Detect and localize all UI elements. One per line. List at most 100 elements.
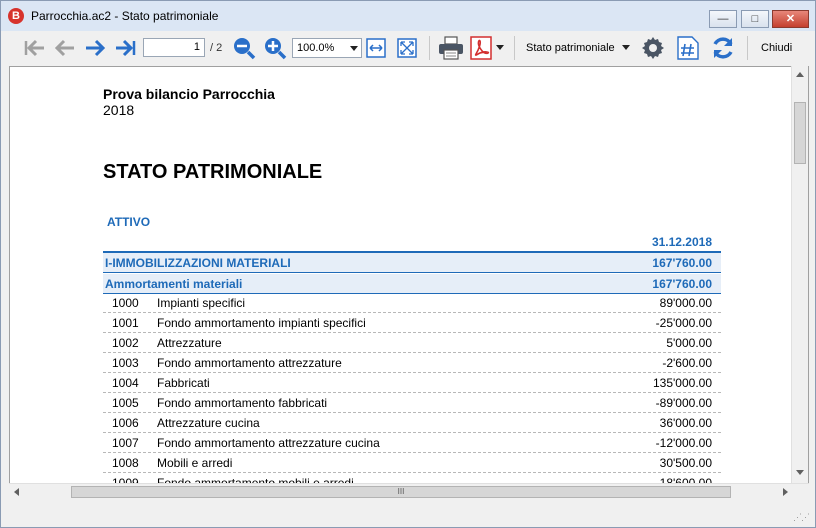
next-page-button[interactable] bbox=[83, 35, 109, 61]
scroll-right-icon[interactable] bbox=[783, 488, 788, 496]
fit-width-button[interactable] bbox=[365, 35, 387, 61]
scroll-up-icon[interactable] bbox=[796, 72, 804, 77]
zoom-in-button[interactable] bbox=[262, 35, 288, 61]
account-rows: 1000 Impianti specifici 89'000.00 1001 Fond… bbox=[103, 293, 721, 483]
account-amount: 5'000.00 bbox=[666, 336, 712, 350]
account-amount: -25'000.00 bbox=[655, 316, 712, 330]
zoom-select[interactable]: 100.0% bbox=[292, 38, 362, 58]
scroll-down-icon[interactable] bbox=[796, 470, 804, 475]
account-description: Fondo ammortamento attrezzature bbox=[157, 356, 342, 370]
close-button[interactable]: Chiudi bbox=[761, 42, 792, 54]
print-button[interactable] bbox=[437, 35, 465, 61]
report-select-value: Stato patrimoniale bbox=[526, 42, 615, 54]
fit-width-icon bbox=[366, 38, 386, 58]
account-amount: 135'000.00 bbox=[652, 376, 712, 390]
toolbar-separator bbox=[514, 36, 515, 60]
document-heading: STATO PATRIMONIALE bbox=[103, 161, 323, 183]
app-window: B Parrocchia.ac2 - Stato patrimoniale — … bbox=[0, 0, 816, 528]
account-code: 1000 bbox=[112, 296, 139, 310]
account-description: Fondo ammortamento impianti specifici bbox=[157, 316, 366, 330]
report-select-dropdown[interactable] bbox=[620, 35, 632, 61]
horizontal-scroll-thumb[interactable]: III bbox=[71, 486, 731, 498]
previous-page-button[interactable] bbox=[51, 35, 77, 61]
page-number-input[interactable]: 1 bbox=[143, 38, 205, 57]
table-row: 1008 Mobili e arredi 30'500.00 bbox=[103, 453, 721, 473]
account-description: Mobili e arredi bbox=[157, 456, 233, 470]
vertical-scrollbar[interactable] bbox=[791, 66, 808, 484]
table-row: 1005 Fondo ammortamento fabbricati -89'000… bbox=[103, 393, 721, 413]
table-row: 1004 Fabbricati 135'000.00 bbox=[103, 373, 721, 393]
arrow-left-icon bbox=[54, 39, 74, 57]
chevron-down-icon bbox=[496, 45, 504, 50]
table-row: 1001 Fondo ammortamento impianti specific… bbox=[103, 313, 721, 333]
account-amount: 36'000.00 bbox=[659, 416, 712, 430]
pdf-icon bbox=[470, 36, 492, 60]
maximize-button[interactable]: □ bbox=[741, 10, 769, 28]
title-bar: B Parrocchia.ac2 - Stato patrimoniale — … bbox=[1, 1, 815, 31]
toolbar-separator bbox=[747, 36, 748, 60]
printer-icon bbox=[439, 36, 463, 60]
horizontal-scrollbar[interactable]: III bbox=[9, 483, 809, 500]
pdf-options-dropdown[interactable] bbox=[494, 35, 506, 61]
refresh-button[interactable] bbox=[709, 35, 737, 61]
group-value: 167'760.00 bbox=[652, 256, 712, 270]
group-row-ammortamenti: Ammortamenti materiali 167'760.00 bbox=[103, 274, 721, 294]
status-bar: ⋰⋰ bbox=[1, 501, 815, 527]
document-year: 2018 bbox=[103, 102, 135, 118]
resize-grip-icon[interactable]: ⋰⋰ bbox=[793, 512, 810, 523]
account-amount: -2'600.00 bbox=[662, 356, 712, 370]
document-company: Prova bilancio Parrocchia bbox=[103, 86, 275, 102]
account-amount: 89'000.00 bbox=[659, 296, 712, 310]
toolbar-separator bbox=[429, 36, 430, 60]
row-numbers-button[interactable] bbox=[675, 35, 701, 61]
account-code: 1003 bbox=[112, 356, 139, 370]
account-description: Attrezzature bbox=[157, 336, 222, 350]
app-logo-icon: B bbox=[8, 8, 24, 24]
hash-document-icon bbox=[677, 36, 699, 60]
account-description: Impianti specifici bbox=[157, 296, 246, 310]
close-window-button[interactable]: ✕ bbox=[772, 10, 809, 28]
chevron-down-icon bbox=[350, 46, 358, 51]
refresh-icon bbox=[713, 37, 733, 59]
account-amount: -12'000.00 bbox=[655, 436, 712, 450]
account-description: Attrezzature cucina bbox=[157, 416, 260, 430]
minimize-button[interactable]: — bbox=[709, 10, 737, 28]
zoom-out-button[interactable] bbox=[231, 35, 257, 61]
group-value: 167'760.00 bbox=[652, 277, 712, 291]
vertical-scroll-thumb[interactable] bbox=[794, 102, 806, 164]
pdf-export-button[interactable] bbox=[469, 35, 493, 61]
first-page-icon bbox=[24, 39, 44, 57]
last-page-icon bbox=[116, 39, 136, 57]
table-row: 1007 Fondo ammortamento attrezzature cuci… bbox=[103, 433, 721, 453]
gear-icon bbox=[642, 37, 664, 59]
account-code: 1004 bbox=[112, 376, 139, 390]
fit-page-icon bbox=[397, 38, 417, 58]
account-code: 1006 bbox=[112, 416, 139, 430]
toolbar: 1 / 2 100.0% Stato patrimoniale Chiudi bbox=[9, 32, 807, 65]
document-viewer[interactable]: Prova bilancio Parrocchia 2018 STATO PAT… bbox=[9, 66, 809, 484]
account-description: Fabbricati bbox=[157, 376, 210, 390]
first-page-button[interactable] bbox=[21, 35, 47, 61]
date-column-header: 31.12.2018 bbox=[651, 235, 712, 249]
fit-page-button[interactable] bbox=[396, 35, 418, 61]
window-title: Parrocchia.ac2 - Stato patrimoniale bbox=[31, 9, 219, 23]
scroll-left-icon[interactable] bbox=[14, 488, 19, 496]
account-code: 1001 bbox=[112, 316, 139, 330]
account-amount: -89'000.00 bbox=[655, 396, 712, 410]
report-select[interactable]: Stato patrimoniale bbox=[526, 42, 615, 54]
scroll-grip: III bbox=[397, 487, 405, 496]
arrow-right-icon bbox=[86, 39, 106, 57]
zoom-value: 100.0% bbox=[297, 42, 335, 54]
account-description: Fondo ammortamento fabbricati bbox=[157, 396, 328, 410]
settings-button[interactable] bbox=[639, 35, 667, 61]
account-amount: 30'500.00 bbox=[659, 456, 712, 470]
table-row: 1002 Attrezzature 5'000.00 bbox=[103, 333, 721, 353]
account-code: 1007 bbox=[112, 436, 139, 450]
account-code: 1005 bbox=[112, 396, 139, 410]
table-row: 1003 Fondo ammortamento attrezzature -2'60… bbox=[103, 353, 721, 373]
group-label: I-IMMOBILIZZAZIONI MATERIALI bbox=[105, 256, 291, 270]
account-code: 1008 bbox=[112, 456, 139, 470]
group-row-immobilizzazioni: I-IMMOBILIZZAZIONI MATERIALI 167'760.00 bbox=[103, 253, 721, 273]
section-label: ATTIVO bbox=[107, 215, 151, 229]
last-page-button[interactable] bbox=[113, 35, 139, 61]
